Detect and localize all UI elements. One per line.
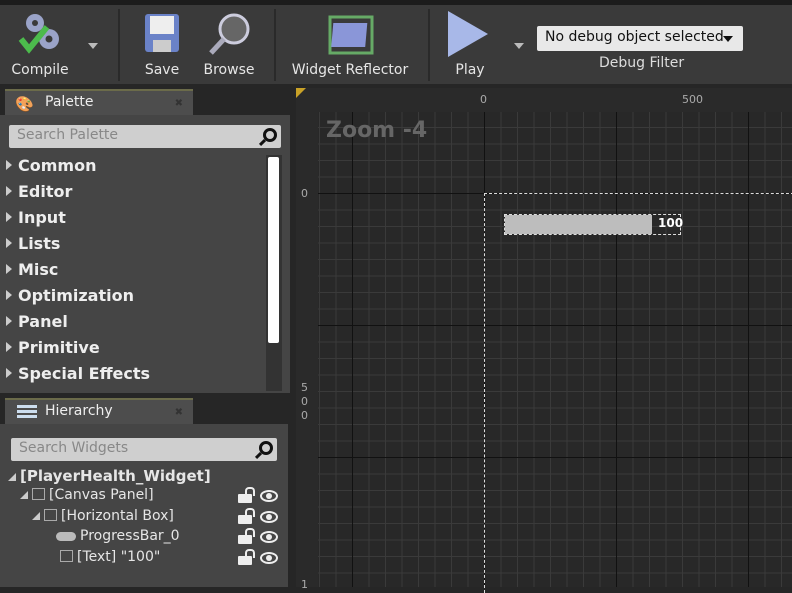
- play-options-dropdown[interactable]: [514, 43, 524, 49]
- search-palette-input[interactable]: Search Palette: [9, 125, 281, 148]
- debug-object-select[interactable]: No debug object selected: [537, 26, 743, 51]
- text-icon: [60, 550, 73, 562]
- hierarchy-panel: Search Widgets [PlayerHealth_Widget] [Ca…: [0, 424, 288, 587]
- canvas-panel-icon: [32, 488, 45, 500]
- palette-category-special-effects[interactable]: Special Effects: [6, 364, 150, 383]
- search-icon: [259, 441, 273, 455]
- corner-marker: [296, 88, 306, 98]
- eye-icon[interactable]: [260, 490, 278, 502]
- design-grid[interactable]: Zoom -4 100: [318, 112, 792, 593]
- tree-item-canvas-panel[interactable]: [Canvas Panel]: [20, 487, 154, 503]
- palette-category-panel[interactable]: Panel: [6, 312, 68, 331]
- ruler-left-label: 5: [301, 381, 308, 394]
- palette-category-lists[interactable]: Lists: [6, 234, 60, 253]
- lock-icon[interactable]: [238, 528, 255, 544]
- palette-category-common[interactable]: Common: [6, 156, 96, 175]
- compile-button[interactable]: Compile: [5, 5, 75, 84]
- horizontal-box-icon: [44, 509, 57, 521]
- ruler-left-label: 0: [301, 187, 308, 200]
- save-button[interactable]: Save: [138, 5, 186, 84]
- ruler-left-label: 0: [301, 395, 308, 408]
- debug-filter-label: Debug Filter: [599, 55, 685, 71]
- eye-icon[interactable]: [260, 511, 278, 523]
- lock-icon[interactable]: [238, 508, 255, 524]
- ruler-left-label: 0: [301, 409, 308, 422]
- palette-scrollbar-track[interactable]: [266, 155, 282, 391]
- play-icon: [448, 11, 488, 57]
- tree-item-root[interactable]: [PlayerHealth_Widget]: [8, 467, 211, 485]
- canvas-bounds: [484, 193, 792, 593]
- palette-panel: Search Palette Common Editor Input Lists…: [0, 115, 290, 393]
- tab-palette[interactable]: 🎨 Palette ✖: [5, 89, 193, 115]
- palette-icon: 🎨: [15, 95, 34, 113]
- ruler-top-label: 500: [682, 93, 703, 106]
- save-icon: [145, 14, 179, 52]
- progress-bar-icon: [56, 532, 76, 541]
- close-icon[interactable]: ✖: [175, 407, 183, 418]
- play-button[interactable]: Play: [440, 5, 500, 84]
- search-widgets-input[interactable]: Search Widgets: [11, 438, 277, 461]
- tree-item-text[interactable]: [Text] "100": [60, 549, 160, 565]
- progress-bar[interactable]: [505, 215, 652, 234]
- eye-icon[interactable]: [260, 552, 278, 564]
- close-icon[interactable]: ✖: [175, 98, 183, 109]
- palette-category-primitive[interactable]: Primitive: [6, 338, 100, 357]
- compile-options-dropdown[interactable]: [88, 43, 98, 49]
- browse-button[interactable]: Browse: [198, 5, 260, 84]
- lock-icon[interactable]: [238, 549, 255, 565]
- zoom-level-label: Zoom -4: [326, 118, 428, 143]
- palette-category-input[interactable]: Input: [6, 208, 66, 227]
- lock-icon[interactable]: [238, 487, 255, 503]
- hierarchy-icon: [17, 405, 37, 419]
- browse-icon: [209, 13, 250, 55]
- tree-item-horizontal-box[interactable]: [Horizontal Box]: [32, 508, 174, 524]
- horizontal-box-widget[interactable]: 100: [504, 214, 683, 235]
- tree-item-progressbar[interactable]: ProgressBar_0: [56, 528, 180, 544]
- widget-reflector-icon: [328, 15, 374, 55]
- palette-category-editor[interactable]: Editor: [6, 182, 72, 201]
- compile-icon: [18, 14, 59, 54]
- ruler-left-label: 1: [301, 578, 308, 591]
- widget-reflector-button[interactable]: Widget Reflector: [288, 5, 412, 84]
- ruler-top-label: 0: [480, 93, 487, 106]
- palette-category-optimization[interactable]: Optimization: [6, 286, 134, 305]
- search-icon: [263, 128, 277, 142]
- tab-hierarchy[interactable]: Hierarchy ✖: [5, 398, 193, 424]
- eye-icon[interactable]: [260, 531, 278, 543]
- palette-scrollbar-thumb[interactable]: [268, 157, 279, 343]
- palette-category-misc[interactable]: Misc: [6, 260, 58, 279]
- chevron-down-icon: [723, 36, 733, 42]
- text-widget[interactable]: 100: [658, 216, 683, 230]
